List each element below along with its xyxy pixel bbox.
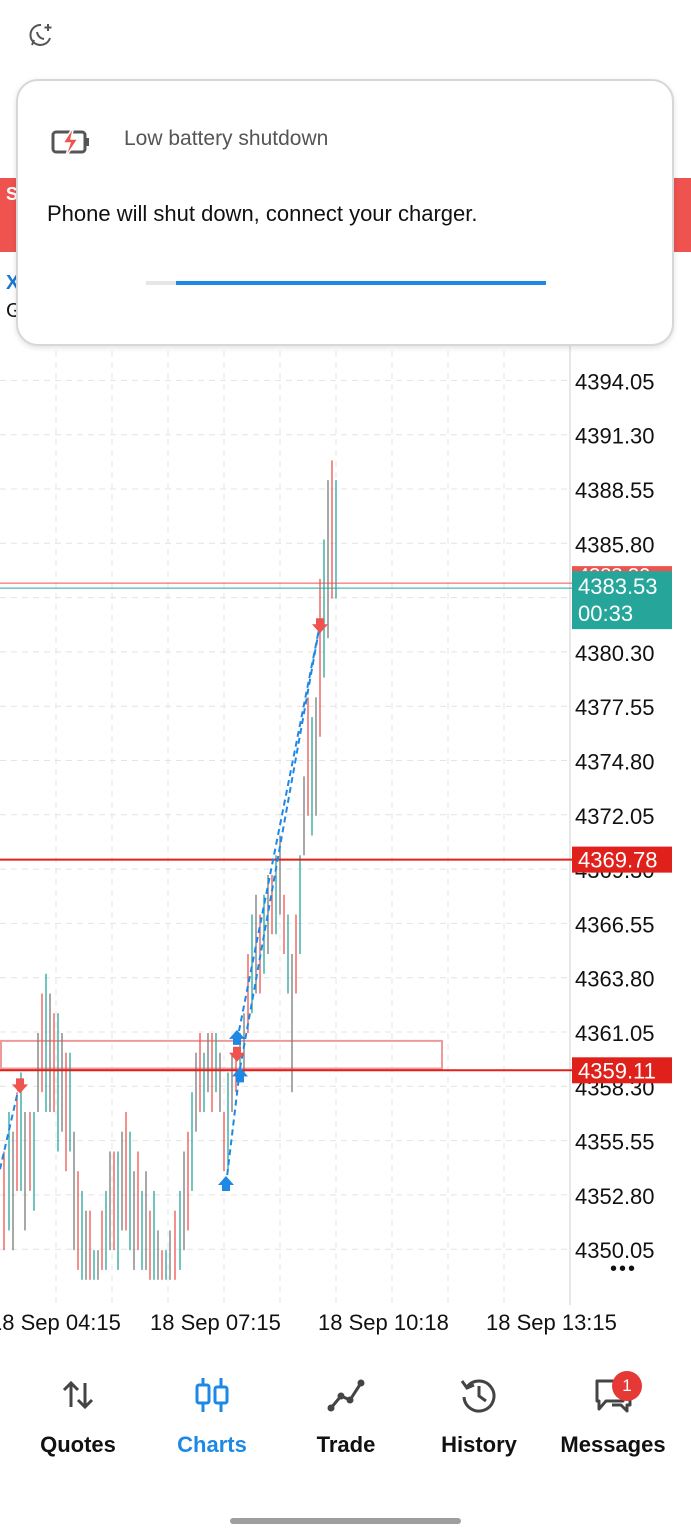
status-bar bbox=[0, 0, 691, 70]
nav-history-label: History bbox=[441, 1432, 517, 1457]
y-axis-label: 4372.05 bbox=[575, 804, 655, 829]
countdown-progress bbox=[176, 281, 546, 285]
buy-arrow-icon bbox=[218, 1176, 234, 1192]
quotes-arrows-icon bbox=[62, 1380, 94, 1410]
y-axis-label: 4391.30 bbox=[575, 424, 655, 449]
nav-messages-label: Messages bbox=[560, 1432, 666, 1457]
dialog-title: Low battery shutdown bbox=[124, 127, 329, 150]
candle-timer: 00:33 bbox=[578, 601, 633, 626]
nav-charts[interactable]: Charts bbox=[147, 1355, 277, 1465]
nav-history[interactable]: History bbox=[414, 1355, 544, 1465]
charts-candles-icon bbox=[195, 1378, 229, 1412]
sell-arrow-icon bbox=[12, 1078, 28, 1094]
nav-messages[interactable]: Messages bbox=[548, 1355, 678, 1465]
nav-trade[interactable]: Trade bbox=[281, 1355, 411, 1465]
nav-quotes-label: Quotes bbox=[40, 1432, 116, 1457]
y-axis-label: 4388.55 bbox=[575, 478, 655, 503]
chart-canvas[interactable]: 4394.054391.304388.554385.804383.054380.… bbox=[0, 340, 691, 1340]
zone-rectangle bbox=[0, 1039, 443, 1070]
sell-arrow-icon bbox=[312, 618, 328, 634]
y-axis-label: 4385.80 bbox=[575, 532, 655, 557]
x-axis-label: 18 Sep 07:15 bbox=[150, 1310, 281, 1335]
more-dots-icon[interactable]: ••• bbox=[610, 1258, 637, 1281]
home-indicator[interactable] bbox=[230, 1518, 461, 1524]
price-chart[interactable]: 4394.054391.304388.554385.804383.054380.… bbox=[0, 340, 691, 1340]
y-axis-label: 4355.55 bbox=[575, 1130, 655, 1155]
y-axis-label: 4352.80 bbox=[575, 1184, 655, 1209]
y-axis-label: 4377.55 bbox=[575, 695, 655, 720]
nav-trade-label: Trade bbox=[316, 1432, 376, 1457]
x-axis-label: 18 Sep 13:15 bbox=[486, 1310, 617, 1335]
y-axis-label: 4361.05 bbox=[575, 1021, 655, 1046]
trade-line-icon bbox=[327, 1379, 365, 1412]
messages-badge: 1 bbox=[612, 1371, 642, 1401]
current-price-value: 4383.53 bbox=[578, 574, 658, 599]
y-axis-label: 4366.55 bbox=[575, 912, 655, 937]
y-axis-label: 4394.05 bbox=[575, 369, 655, 394]
x-axis-label: 18 Sep 10:18 bbox=[318, 1310, 449, 1335]
trade-connector bbox=[236, 624, 321, 1042]
level-value: 4359.11 bbox=[578, 1058, 656, 1083]
y-axis-label: 4374.80 bbox=[575, 750, 655, 775]
y-axis-label: 4380.30 bbox=[575, 641, 655, 666]
low-battery-dialog[interactable]: Low battery shutdown Phone will shut dow… bbox=[16, 79, 674, 346]
nav-charts-label: Charts bbox=[177, 1432, 247, 1457]
y-axis-label: 4363.80 bbox=[575, 967, 655, 992]
battery-charging-alert-icon bbox=[51, 125, 89, 159]
dialog-message: Phone will shut down, connect your charg… bbox=[47, 201, 478, 226]
level-value: 4369.78 bbox=[578, 848, 658, 873]
bottom-navigation: Quotes Charts Trade History Messages bbox=[0, 1355, 691, 1475]
nav-quotes[interactable]: Quotes bbox=[13, 1355, 143, 1465]
whatsapp-status-icon bbox=[29, 23, 52, 46]
history-clock-icon bbox=[460, 1379, 496, 1413]
x-axis-label: 18 Sep 04:15 bbox=[0, 1310, 121, 1335]
